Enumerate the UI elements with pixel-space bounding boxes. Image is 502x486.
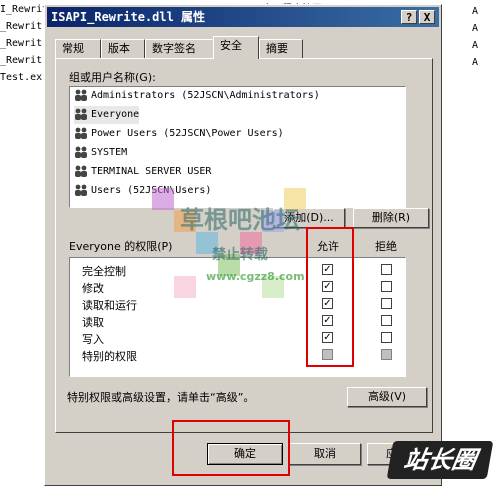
- deny-header: 拒绝: [375, 240, 397, 253]
- users-group-icon: [75, 127, 87, 139]
- watermark-tile: [262, 276, 284, 298]
- background-right-column: A A A A: [440, 0, 502, 486]
- table-row: 读取: [70, 312, 405, 329]
- list-item[interactable]: TERMINAL SERVER USER: [74, 163, 211, 181]
- list-item[interactable]: Everyone: [74, 106, 140, 124]
- remove-button[interactable]: 删除(R): [353, 208, 429, 228]
- bg-letter: A: [472, 40, 479, 51]
- list-item[interactable]: Administrators (52JSCN\Administrators): [74, 87, 320, 105]
- bg-row: I_Rewrit: [0, 4, 49, 15]
- cancel-button[interactable]: 取消: [289, 443, 361, 465]
- dialog-title: ISAPI_Rewrite.dll 属性: [51, 10, 206, 24]
- deny-checkbox[interactable]: [381, 298, 392, 309]
- table-row: 特别的权限: [70, 346, 405, 363]
- list-item[interactable]: SYSTEM: [74, 144, 127, 162]
- table-row: 写入: [70, 329, 405, 346]
- table-row: 修改: [70, 278, 405, 295]
- advanced-note: 特别权限或高级设置，请单击“高级”。: [67, 391, 255, 404]
- list-item[interactable]: Users (52JSCN\Users): [74, 182, 211, 200]
- watermark-tile: [218, 254, 240, 276]
- allow-column-highlight: [306, 227, 354, 367]
- user-name: Everyone: [91, 109, 140, 120]
- permission-name: 读取和运行: [82, 299, 137, 312]
- permission-name: 写入: [82, 333, 104, 346]
- table-row: 读取和运行: [70, 295, 405, 312]
- deny-checkbox: [381, 349, 392, 360]
- user-name: Administrators (52JSCN\Administrators): [91, 90, 320, 101]
- deny-checkbox[interactable]: [381, 332, 392, 343]
- user-name: Power Users (52JSCN\Power Users): [91, 128, 284, 139]
- permission-name: 读取: [82, 316, 104, 329]
- close-button[interactable]: X: [419, 10, 435, 24]
- bg-letter: A: [472, 57, 479, 68]
- tab-general[interactable]: 常规: [55, 39, 101, 58]
- bg-letter: A: [472, 23, 479, 34]
- title-bar[interactable]: ISAPI_Rewrite.dll 属性 ? X: [47, 7, 439, 27]
- watermark-tile: [152, 188, 174, 210]
- users-group-icon: [75, 146, 87, 158]
- bg-row: _Rewrit: [0, 55, 43, 66]
- permission-name: 特别的权限: [82, 350, 137, 363]
- deny-checkbox[interactable]: [381, 264, 392, 275]
- users-label: 组或用户名称(G):: [69, 71, 156, 84]
- users-group-icon: [75, 89, 87, 101]
- watermark-tile: [196, 232, 218, 254]
- tab-summary[interactable]: 摘要: [259, 39, 303, 58]
- watermark-tile: [240, 232, 262, 254]
- ok-button-highlight: [172, 420, 290, 476]
- list-item[interactable]: Power Users (52JSCN\Power Users): [74, 125, 284, 143]
- watermark-tile: [284, 188, 306, 210]
- advanced-button[interactable]: 高级(V): [347, 387, 427, 407]
- background-file-list: I_Rewrit _Rewrit _Rewrit _Rewrit Test.ex: [0, 0, 48, 486]
- help-button[interactable]: ?: [401, 10, 417, 24]
- users-group-icon: [75, 108, 87, 120]
- user-name: TERMINAL SERVER USER: [91, 166, 212, 177]
- bg-row: _Rewrit: [0, 21, 43, 32]
- users-group-icon: [75, 184, 87, 196]
- bg-row: Test.ex: [0, 72, 43, 83]
- deny-checkbox[interactable]: [381, 315, 392, 326]
- permission-name: 完全控制: [82, 265, 126, 278]
- bg-letter: A: [472, 6, 479, 17]
- permissions-label: Everyone 的权限(P): [69, 240, 173, 253]
- users-listbox[interactable]: Administrators (52JSCN\Administrators) E…: [69, 86, 406, 208]
- users-group-icon: [75, 165, 87, 177]
- tab-version[interactable]: 版本: [101, 39, 145, 58]
- tab-security[interactable]: 安全: [213, 36, 259, 59]
- bg-row: _Rewrit: [0, 38, 43, 49]
- watermark-tile: [262, 210, 284, 232]
- user-name: SYSTEM: [91, 147, 128, 158]
- watermark-tile: [174, 210, 196, 232]
- site-logo: 站长圈: [386, 441, 494, 479]
- tab-digital-signature[interactable]: 数字签名: [145, 39, 215, 58]
- watermark-tile: [174, 276, 196, 298]
- deny-checkbox[interactable]: [381, 281, 392, 292]
- permission-name: 修改: [82, 282, 104, 295]
